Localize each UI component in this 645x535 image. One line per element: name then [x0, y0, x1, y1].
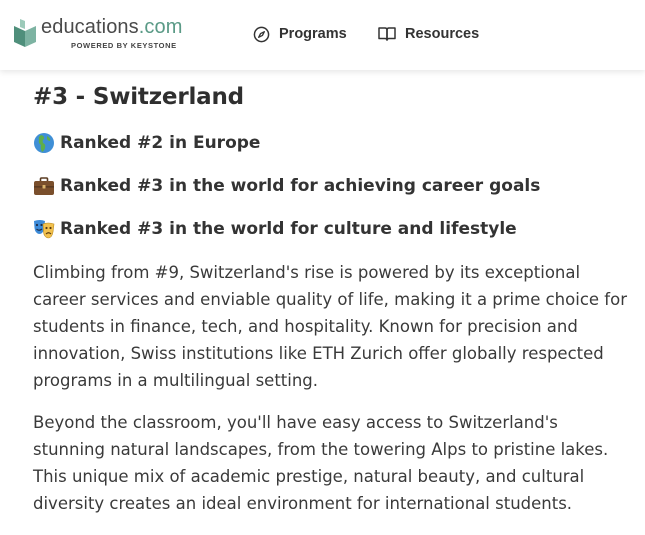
- logo-wordmark: educations.com: [41, 16, 183, 38]
- paragraph-overview: Climbing from #9, Switzerland's rise is …: [33, 263, 627, 390]
- ranking-europe: Ranked #2 in Europe: [33, 131, 260, 155]
- ranking-career-text: Ranked #3 in the world for achieving car…: [60, 176, 541, 196]
- ranking-culture: Ranked #3 in the world for culture and l…: [33, 217, 517, 241]
- nav-programs-label: Programs: [279, 26, 347, 42]
- ranking-culture-text: Ranked #3 in the world for culture and l…: [60, 219, 517, 239]
- globe-europe-africa-icon: [34, 133, 54, 153]
- nav-programs[interactable]: Programs: [253, 23, 347, 45]
- site-header: educations.com POWERED BY KEYSTONE Progr…: [0, 0, 645, 70]
- performing-arts-icon: [34, 220, 55, 239]
- paragraph-beyond-classroom: Beyond the classroom, you'll have easy a…: [33, 413, 609, 513]
- section-title: #3 - Switzerland: [33, 84, 244, 110]
- site-logo[interactable]: educations.com POWERED BY KEYSTONE: [14, 16, 182, 56]
- briefcase-icon: [34, 177, 54, 195]
- nav-resources[interactable]: Resources: [378, 23, 479, 45]
- nav-resources-label: Resources: [405, 26, 480, 42]
- compass-icon: [253, 26, 270, 42]
- book-open-icon: [378, 27, 396, 41]
- ranking-europe-text: Ranked #2 in Europe: [60, 133, 261, 153]
- logo-mark-icon: [14, 19, 36, 47]
- ranking-career: Ranked #3 in the world for achieving car…: [33, 174, 540, 198]
- logo-tagline: POWERED BY KEYSTONE: [71, 41, 177, 50]
